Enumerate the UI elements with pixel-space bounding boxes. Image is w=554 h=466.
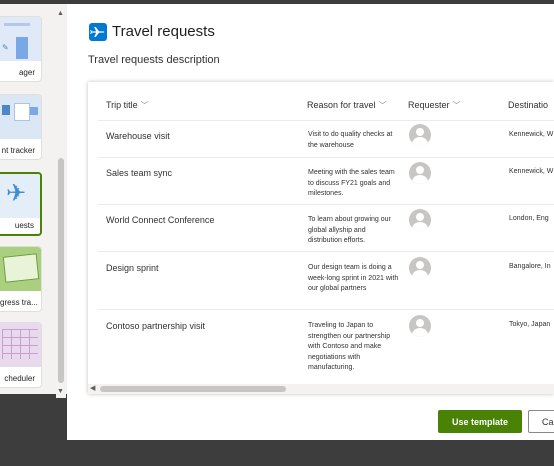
dialog-title: Travel requests xyxy=(112,23,215,40)
person-avatar-icon xyxy=(409,162,431,184)
destination-cell: Kennewick, W xyxy=(509,168,554,175)
column-header-trip-title[interactable]: Trip title ﹀ xyxy=(106,100,149,111)
list-preview: Trip title ﹀ Reason for travel ﹀ Requester… xyxy=(88,82,554,394)
reason-cell: To learn about growing our global allysh… xyxy=(308,216,391,244)
template-label: cheduler xyxy=(4,374,35,383)
horizontal-scrollbar[interactable]: ◀ xyxy=(88,384,554,394)
row-divider xyxy=(98,251,554,252)
cancel-button[interactable]: Ca xyxy=(528,410,554,433)
column-header-label: Requester xyxy=(408,100,450,110)
column-header-destination[interactable]: Destinatio xyxy=(508,100,548,110)
dialog-description: Travel requests description xyxy=(88,54,220,66)
chevron-down-icon: ﹀ xyxy=(140,101,149,110)
template-card-progress-tracker[interactable]: gress tra... xyxy=(0,246,42,312)
template-card-tracker[interactable]: nt tracker xyxy=(0,94,42,160)
template-card-scheduler[interactable]: cheduler xyxy=(0,322,42,388)
column-header-label: Reason for travel xyxy=(307,100,376,110)
gallery-scrollbar[interactable]: ▲ ▼ xyxy=(56,8,66,398)
trip-title-cell: Contoso partnership visit xyxy=(106,321,206,331)
person-avatar-icon xyxy=(409,124,431,146)
template-thumbnail xyxy=(0,95,41,139)
template-gallery: ✎ ager nt tracker ✈ uests gress tra... c… xyxy=(0,4,67,398)
column-header-label: Trip title xyxy=(106,100,138,110)
template-label: uests xyxy=(14,221,34,230)
reason-cell: Our design team is doing a week-long spr… xyxy=(308,264,399,292)
gallery-scroll-thumb[interactable] xyxy=(58,158,64,383)
template-label: gress tra... xyxy=(0,298,38,307)
destination-cell: Tokyo, Japan xyxy=(509,321,551,328)
reason-cell: Meeting with the sales team to discuss F… xyxy=(308,169,395,197)
person-avatar-icon xyxy=(409,209,431,231)
destination-cell: Bangalore, In xyxy=(509,263,551,270)
template-card-manager[interactable]: ✎ ager xyxy=(0,16,42,82)
trip-title-cell: Warehouse visit xyxy=(106,131,170,141)
trip-title-cell: Sales team sync xyxy=(106,168,173,178)
template-thumbnail xyxy=(0,247,41,291)
horizontal-scroll-thumb[interactable] xyxy=(100,386,286,392)
template-label: nt tracker xyxy=(1,146,35,155)
row-divider xyxy=(98,204,554,205)
column-header-reason[interactable]: Reason for travel ﹀ xyxy=(307,100,387,111)
trip-title-cell: World Connect Conference xyxy=(106,215,215,225)
reason-cell: Traveling to Japan to strengthen our par… xyxy=(308,322,391,371)
template-card-travel-requests[interactable]: ✈ uests xyxy=(0,172,42,236)
trip-title-cell: Design sprint xyxy=(106,263,159,273)
destination-cell: Kennewick, W xyxy=(509,131,554,138)
column-header-requester[interactable]: Requester ﹀ xyxy=(408,100,461,111)
chevron-down-icon: ﹀ xyxy=(378,101,387,110)
scroll-down-icon[interactable]: ▼ xyxy=(57,388,64,395)
column-header-label: Destinatio xyxy=(508,100,549,110)
row-divider xyxy=(98,309,554,310)
chevron-down-icon: ﹀ xyxy=(452,101,461,110)
scroll-up-icon[interactable]: ▲ xyxy=(57,10,64,17)
person-avatar-icon xyxy=(409,257,431,279)
template-preview-dialog: Travel requests Travel requests descript… xyxy=(67,4,554,440)
use-template-button[interactable]: Use template xyxy=(438,410,522,433)
airplane-icon xyxy=(89,23,107,41)
template-thumbnail xyxy=(0,323,41,367)
row-divider xyxy=(98,157,554,158)
person-avatar-icon xyxy=(409,315,431,337)
template-label: ager xyxy=(18,68,35,77)
template-thumbnail: ✈ xyxy=(0,174,40,218)
header-divider xyxy=(98,120,554,121)
scroll-left-icon[interactable]: ◀ xyxy=(90,384,95,392)
template-thumbnail: ✎ xyxy=(0,17,41,61)
airplane-icon: ✈ xyxy=(6,180,27,207)
reason-cell: Visit to do quality checks at the wareho… xyxy=(308,131,393,149)
destination-cell: London, Eng xyxy=(509,215,549,222)
